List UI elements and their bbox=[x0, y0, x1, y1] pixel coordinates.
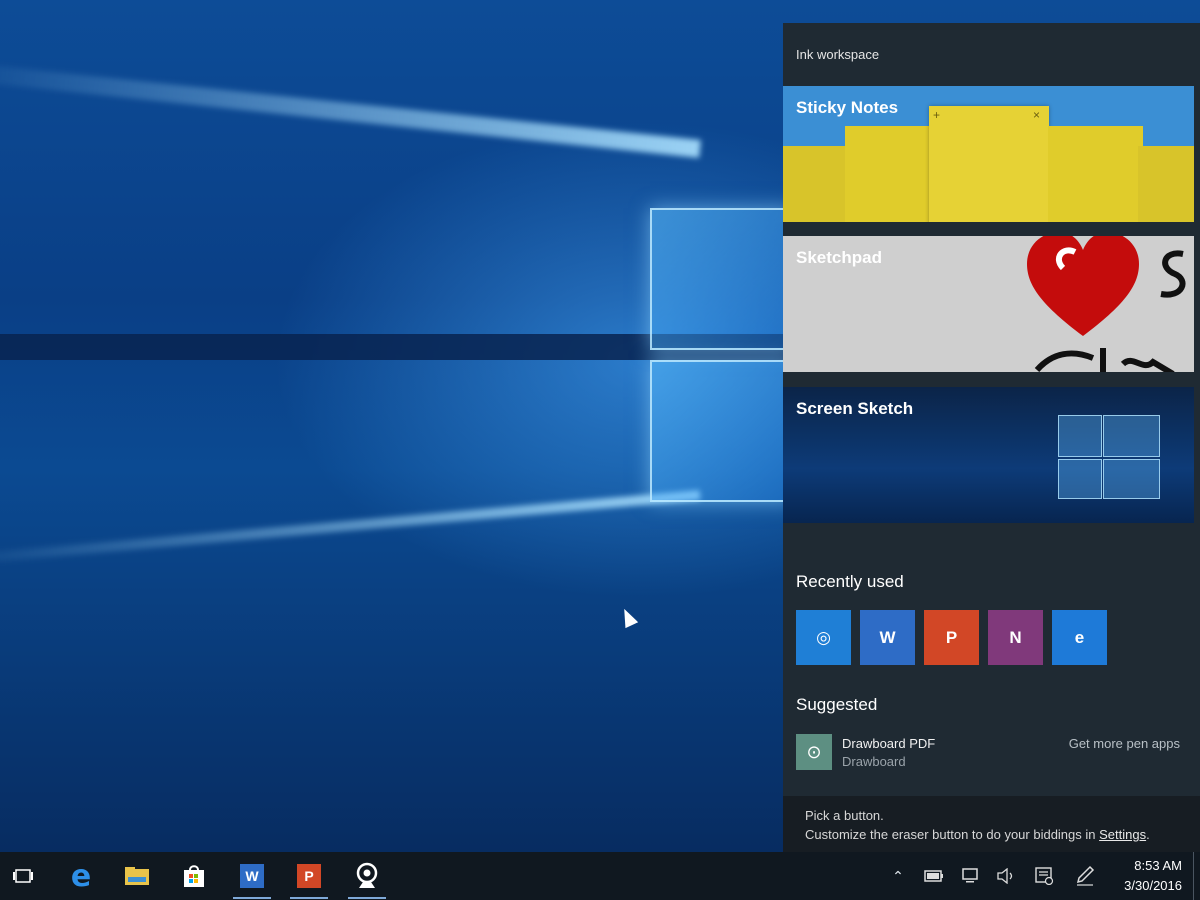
windows-ink-button[interactable] bbox=[1068, 852, 1102, 900]
webcam-app-icon bbox=[356, 862, 378, 888]
screen-thumbnail-pane bbox=[1103, 459, 1160, 499]
sticky-notes-tile[interactable]: + × Sticky Notes bbox=[783, 86, 1194, 222]
word-icon: W bbox=[240, 864, 264, 888]
suggested-app-publisher: Drawboard bbox=[842, 754, 906, 769]
taskbar-clock[interactable]: 8:53 AM 3/30/2016 bbox=[1124, 856, 1182, 896]
mouse-cursor-icon bbox=[617, 605, 639, 629]
sticky-note-shape bbox=[1138, 146, 1194, 222]
notification-icon bbox=[1035, 867, 1054, 885]
task-view-button[interactable] bbox=[0, 852, 46, 900]
recently-used-list: ◎ W P N e bbox=[796, 610, 1107, 665]
tip-text: Customize the eraser button to do your b… bbox=[805, 827, 1100, 842]
task-view-icon bbox=[13, 869, 33, 883]
suggested-app-drawboard[interactable]: ⊙ Drawboard PDF Drawboard Get more pen a… bbox=[796, 734, 1186, 774]
speaker-icon bbox=[997, 868, 1013, 884]
clock-date: 3/30/2016 bbox=[1124, 878, 1182, 893]
tile-label: Screen Sketch bbox=[796, 399, 914, 418]
store-bag-icon bbox=[184, 865, 204, 887]
windows-logo-pane bbox=[650, 360, 794, 502]
screen-thumbnail-pane bbox=[1103, 415, 1160, 457]
tile-label: Sticky Notes bbox=[796, 98, 899, 117]
panel-title: Ink workspace bbox=[796, 47, 880, 62]
word-taskbar-button[interactable]: W bbox=[229, 852, 275, 900]
tip-bar: Pick a button. Customize the eraser butt… bbox=[783, 796, 1200, 852]
sketchpad-tile[interactable]: Sketchpad bbox=[783, 236, 1194, 372]
sticky-note-shape bbox=[1048, 126, 1143, 222]
sticky-note-shape bbox=[845, 126, 935, 222]
taskbar: e W P ⌃ 8:53 AM 3/30/2016 bbox=[0, 852, 1200, 900]
recently-used-heading: Recently used bbox=[796, 572, 904, 591]
close-icon: × bbox=[1033, 108, 1041, 122]
battery-button[interactable] bbox=[917, 852, 951, 900]
heart-drawing-icon bbox=[1027, 236, 1139, 336]
powerpoint-taskbar-button[interactable]: P bbox=[286, 852, 332, 900]
file-explorer-button[interactable] bbox=[114, 852, 160, 900]
tile-label: Sketchpad bbox=[796, 248, 882, 267]
screen-thumbnail-pane bbox=[1058, 459, 1102, 499]
windows-logo-pane bbox=[650, 208, 794, 350]
folder-icon bbox=[125, 867, 149, 885]
screen-thumbnail-pane bbox=[1058, 415, 1102, 457]
ink-letter-icon bbox=[1160, 250, 1186, 298]
powerpoint-icon[interactable]: P bbox=[924, 610, 979, 665]
tip-period: . bbox=[1146, 827, 1150, 842]
settings-link[interactable]: Settings bbox=[1099, 827, 1146, 842]
edge-icon: e bbox=[70, 858, 92, 894]
network-button[interactable] bbox=[953, 852, 987, 900]
ink-scribble-icon bbox=[1034, 348, 1175, 372]
clock-time: 8:53 AM bbox=[1134, 858, 1182, 873]
network-icon bbox=[962, 868, 978, 883]
volume-button[interactable] bbox=[989, 852, 1023, 900]
onenote-icon[interactable]: N bbox=[988, 610, 1043, 665]
tip-line-1: Pick a button. bbox=[805, 808, 884, 823]
edge-icon[interactable]: e bbox=[1052, 610, 1107, 665]
word-icon[interactable]: W bbox=[860, 610, 915, 665]
pen-icon bbox=[1076, 865, 1095, 886]
light-beam bbox=[0, 60, 701, 158]
battery-icon bbox=[924, 870, 943, 882]
edge-taskbar-button[interactable]: e bbox=[58, 852, 104, 900]
chevron-up-icon: ⌃ bbox=[892, 867, 904, 884]
tip-line-2: Customize the eraser button to do your b… bbox=[805, 827, 1150, 842]
action-center-button[interactable] bbox=[1027, 852, 1061, 900]
sticky-note-shape bbox=[783, 146, 853, 222]
get-more-pen-apps-link[interactable]: Get more pen apps bbox=[1069, 736, 1180, 751]
sticky-note-shape bbox=[929, 106, 1049, 222]
show-desktop-button[interactable] bbox=[1193, 852, 1200, 900]
camera-app-taskbar-button[interactable] bbox=[344, 852, 390, 900]
screen-sketch-tile[interactable]: Screen Sketch bbox=[783, 387, 1194, 523]
drawboard-icon: ⊙ bbox=[796, 734, 832, 770]
show-hidden-icons-button[interactable]: ⌃ bbox=[881, 852, 915, 900]
suggested-heading: Suggested bbox=[796, 695, 878, 714]
light-beam bbox=[0, 490, 701, 567]
ink-workspace-panel: Ink workspace + × Sticky Notes Sketchpad… bbox=[783, 23, 1200, 852]
webcam-app-icon[interactable]: ◎ bbox=[796, 610, 851, 665]
plus-icon: + bbox=[933, 108, 941, 122]
suggested-app-name: Drawboard PDF bbox=[842, 736, 936, 751]
powerpoint-icon: P bbox=[297, 864, 321, 888]
store-button[interactable] bbox=[171, 852, 217, 900]
